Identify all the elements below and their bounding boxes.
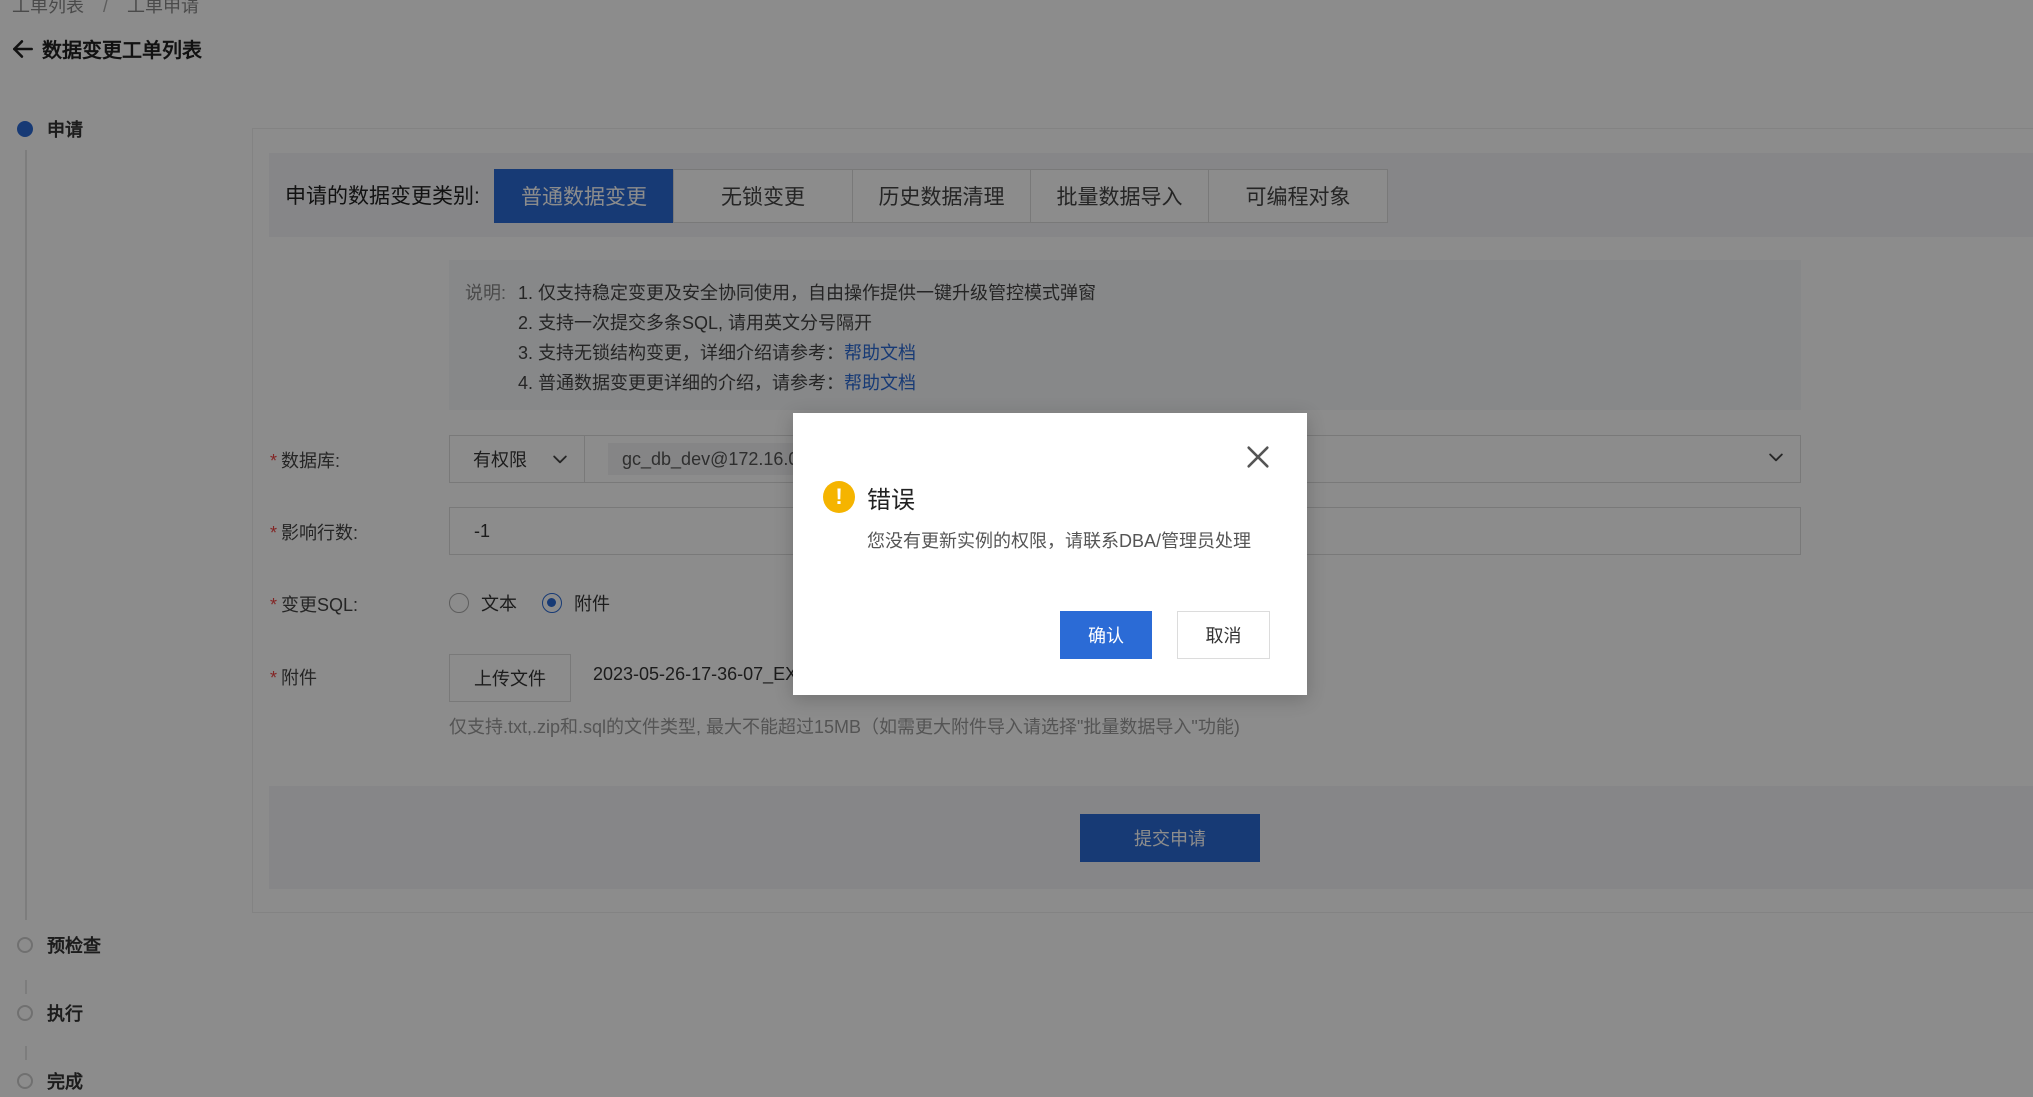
close-icon xyxy=(1247,446,1269,468)
close-button[interactable] xyxy=(1244,443,1272,471)
warning-icon: ! xyxy=(823,481,855,513)
page: 工单列表 / 工单申请 数据变更工单列表 申请 预检查 执行 完成 申请的数据变… xyxy=(0,0,2033,1097)
confirm-button[interactable]: 确认 xyxy=(1060,611,1152,659)
dialog-message: 您没有更新实例的权限，请联系DBA/管理员处理 xyxy=(867,531,1252,551)
cancel-button[interactable]: 取消 xyxy=(1177,611,1270,659)
dialog-title: 错误 xyxy=(867,487,915,514)
